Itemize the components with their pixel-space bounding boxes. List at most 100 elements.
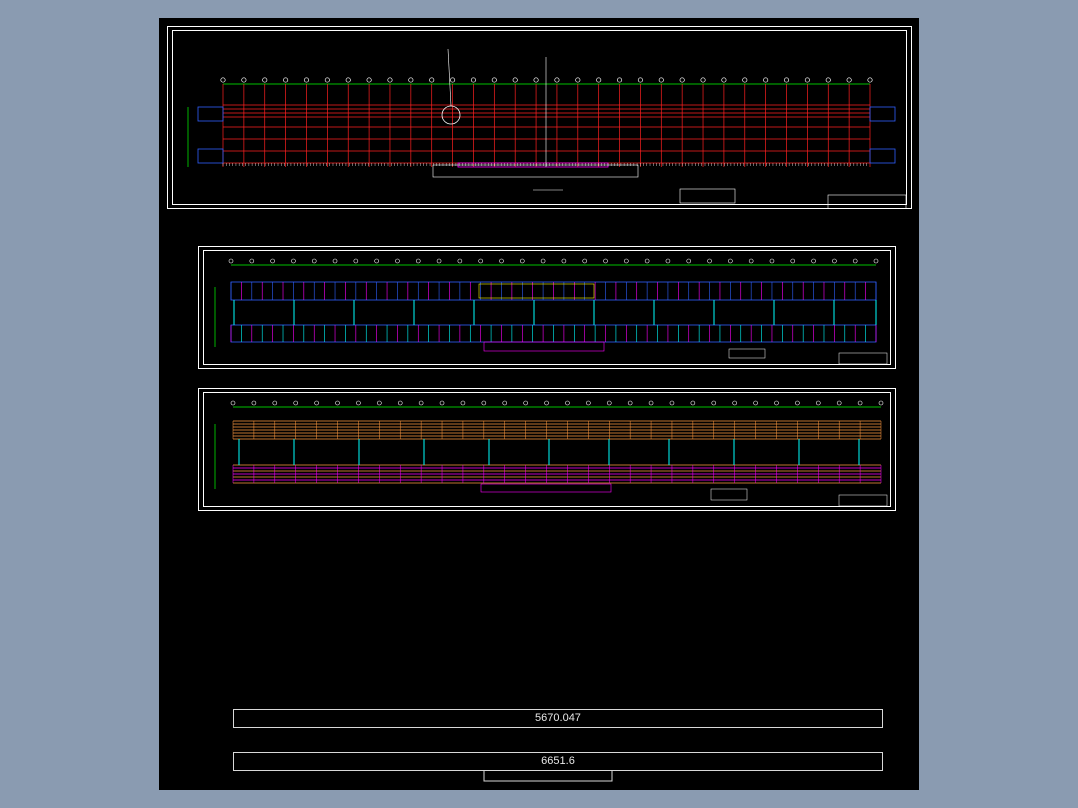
axis-bubble [540, 258, 546, 264]
axis-bubble [450, 77, 456, 83]
axis-bubble [852, 258, 858, 264]
detail-leader [447, 48, 452, 107]
dimension-value-upper[interactable]: 5670.047 [233, 709, 883, 728]
sheet-1-frame[interactable] [167, 26, 912, 209]
elevation-table [728, 348, 766, 359]
axis-bubble [665, 258, 671, 264]
axis-bubble [603, 258, 608, 264]
axis-bubble [395, 258, 400, 264]
axis-bubble [815, 400, 821, 406]
axis-bubble [439, 400, 445, 406]
axis-bubble [728, 258, 733, 264]
axis-bubble [335, 400, 340, 406]
axis-bubble [502, 400, 508, 406]
cad-canvas[interactable]: 5670.047 6651.6 [159, 18, 919, 790]
axis-bubble [270, 258, 275, 264]
sheet-3-frame[interactable] [198, 388, 896, 511]
axis-bubble [387, 77, 393, 83]
sheet-3-drawing [214, 400, 888, 507]
axis-bubble [251, 400, 257, 406]
axis-bubble [544, 400, 549, 406]
axis-bubble [418, 400, 424, 406]
axis-bubble [291, 258, 296, 264]
axis-bubble [769, 258, 775, 264]
elevation-title-block [838, 352, 888, 365]
axis-bubble [832, 258, 837, 264]
axis-bubble [836, 400, 842, 406]
axis-bubble [377, 400, 382, 406]
axis-bubble [878, 400, 884, 406]
sheet-2-frame[interactable] [198, 246, 896, 369]
axis-bubble [499, 258, 504, 264]
axis-bubble [669, 400, 675, 406]
axis-bubble [648, 400, 654, 406]
axis-bubble [415, 258, 421, 264]
axis-bubble [228, 258, 234, 264]
axis-bubble [436, 258, 442, 264]
axis-bubble [345, 77, 351, 83]
plan-extension-right [869, 106, 896, 122]
axis-bubble [763, 77, 769, 83]
axis-bubble [429, 77, 435, 83]
axis-bubble [408, 77, 414, 83]
axis-bubble [721, 77, 727, 83]
axis-bubble [644, 258, 650, 264]
axis-bubble [332, 258, 338, 264]
axis-bubble [811, 258, 816, 264]
axis-bubble [596, 77, 602, 83]
axis-bubble [624, 258, 629, 264]
axis-bubble [533, 77, 539, 83]
dimension-value-lower[interactable]: 6651.6 [233, 752, 883, 771]
axis-bubble [857, 400, 863, 406]
section-title-block [838, 494, 888, 507]
axis-bubble [293, 400, 299, 406]
axis-bubble [561, 258, 567, 264]
axis-bubble [512, 77, 518, 83]
axis-bubble [470, 77, 477, 83]
axis-bubble [582, 258, 588, 264]
axis-bubble [586, 400, 591, 406]
axis-bubble [230, 400, 236, 406]
axis-bubble [460, 400, 466, 406]
axis-bubble [481, 400, 487, 406]
axis-bubble [679, 77, 685, 83]
axis-bubble [846, 77, 852, 83]
axis-bubble [374, 258, 379, 264]
axis-bubble [825, 77, 831, 83]
axis-bubble [774, 400, 779, 406]
axis-bubble [366, 77, 372, 83]
plan-table [679, 188, 736, 204]
axis-bubble [457, 258, 463, 264]
axis-bubble [565, 400, 570, 406]
sheet-1-drawing [187, 48, 907, 208]
axis-bubble [519, 258, 525, 264]
axis-bubble [686, 258, 692, 264]
axis-bubble [790, 258, 796, 264]
elevation-highlight [478, 283, 595, 299]
axis-bubble [283, 77, 289, 83]
axis-bubble [742, 77, 748, 83]
axis-bubble [748, 258, 754, 264]
axis-bubble [356, 400, 361, 406]
plan-extension-left-lower [197, 148, 224, 164]
axis-bubble [220, 77, 226, 83]
axis-bubble [397, 400, 403, 406]
axis-bubble [491, 77, 497, 83]
plan-title-block [827, 194, 907, 208]
sheet-2-drawing [214, 258, 888, 365]
axis-bubble [314, 400, 319, 406]
axis-bubble [783, 77, 790, 83]
axis-bubble [606, 400, 612, 406]
axis-bubble [690, 400, 696, 406]
axis-bubble [311, 258, 317, 264]
plan-extension-left [197, 106, 224, 122]
axis-bubble [658, 77, 664, 83]
axis-bubble [804, 77, 810, 83]
axis-bubble [732, 400, 737, 406]
axis-bubble [303, 77, 310, 83]
axis-bubble [353, 258, 359, 264]
section-base-block [480, 483, 612, 493]
axis-bubble [873, 258, 879, 264]
elevation-base-block [483, 341, 605, 352]
axis-bubble [637, 77, 643, 83]
